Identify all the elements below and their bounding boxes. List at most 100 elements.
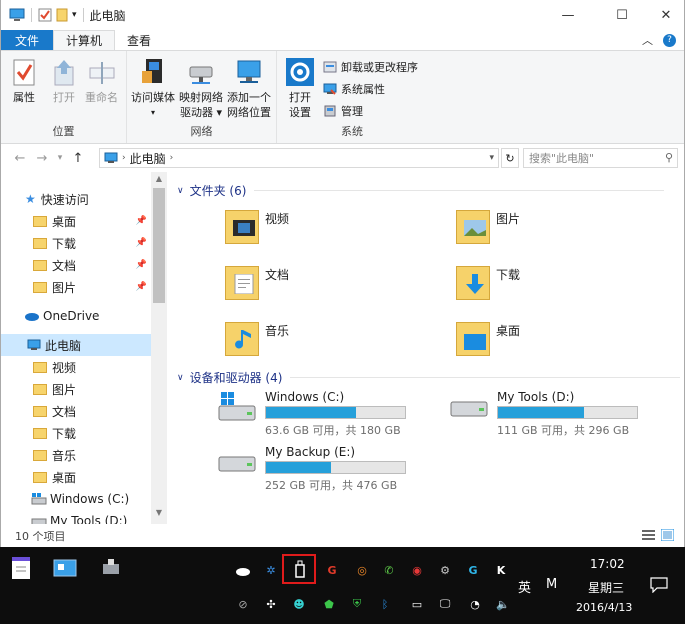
- drive-c[interactable]: Windows (C:) 63.6 GB 可用，共 180 GB: [217, 390, 406, 438]
- refresh-button[interactable]: ↻: [501, 148, 519, 168]
- help-icon[interactable]: ?: [663, 33, 676, 47]
- nav-pc-documents[interactable]: 文档: [1, 400, 151, 422]
- system-properties-button[interactable]: 系统属性: [323, 81, 385, 97]
- nav-pc-music[interactable]: 音乐: [1, 444, 151, 466]
- collapse-chevron-icon[interactable]: ∨: [177, 186, 184, 196]
- folder-desktop[interactable]: 桌面: [456, 320, 520, 356]
- collapse-ribbon-icon[interactable]: ︿: [642, 32, 653, 48]
- settings-tray-icon[interactable]: ✣: [262, 595, 280, 613]
- pin-icon[interactable]: 📌: [136, 282, 147, 292]
- alien-tray-icon[interactable]: ☻: [290, 595, 308, 613]
- notepad-app-icon[interactable]: [8, 555, 34, 581]
- rename-button[interactable]: 重命名: [85, 57, 118, 105]
- scroll-thumb[interactable]: [153, 188, 165, 303]
- nav-quick-desktop[interactable]: 桌面 📌: [1, 210, 151, 232]
- drive-d[interactable]: My Tools (D:) 111 GB 可用，共 296 GB: [449, 390, 638, 438]
- properties-check-icon[interactable]: [38, 8, 52, 22]
- scroll-down-icon[interactable]: ▼: [151, 508, 167, 522]
- tab-view[interactable]: 查看: [115, 30, 163, 50]
- tab-file[interactable]: 文件: [1, 30, 53, 50]
- nav-drive-c[interactable]: Windows (C:): [1, 488, 151, 510]
- address-dropdown-icon[interactable]: ▾: [489, 153, 494, 163]
- pin-icon[interactable]: 📌: [136, 260, 147, 270]
- nav-this-pc[interactable]: 此电脑: [1, 334, 151, 356]
- clock-time[interactable]: 17:02: [590, 557, 625, 571]
- nav-quick-access[interactable]: ★ 快速访问: [1, 188, 151, 210]
- ime-mode[interactable]: M: [546, 577, 557, 592]
- tab-computer[interactable]: 计算机: [53, 30, 116, 50]
- nav-pc-pictures[interactable]: 图片: [1, 378, 151, 400]
- pin-icon[interactable]: 📌: [136, 238, 147, 248]
- search-icon[interactable]: ⚲: [665, 151, 673, 164]
- close-button[interactable]: ✕: [643, 0, 685, 30]
- nav-pc-downloads[interactable]: 下载: [1, 422, 151, 444]
- large-icons-view-icon[interactable]: [661, 529, 674, 541]
- folder-downloads[interactable]: 下载: [456, 264, 520, 300]
- network-off-tray-icon[interactable]: ⊘: [234, 595, 252, 613]
- clock-weekday[interactable]: 星期三: [588, 579, 624, 596]
- network-app-icon[interactable]: [98, 555, 124, 581]
- manage-button[interactable]: 管理: [323, 103, 363, 119]
- minimize-button[interactable]: —: [545, 0, 591, 30]
- breadcrumb-chevron-icon[interactable]: ›: [122, 153, 126, 163]
- nav-quick-documents[interactable]: 文档 📌: [1, 254, 151, 276]
- shield-tray-icon[interactable]: ⬟: [320, 595, 338, 613]
- drives-section-header[interactable]: ∨ 设备和驱动器 (4): [177, 369, 681, 386]
- open-button[interactable]: 打开: [49, 57, 79, 105]
- back-arrow-icon[interactable]: ←: [9, 151, 31, 166]
- address-bar[interactable]: › 此电脑 › ▾: [99, 148, 499, 168]
- monitor-tray-icon[interactable]: 🖵: [436, 595, 454, 613]
- bluetooth-tray-icon[interactable]: ᛒ: [376, 595, 394, 613]
- folder-documents[interactable]: 文档: [225, 264, 289, 300]
- netease-music-tray-icon[interactable]: ◉: [408, 561, 426, 579]
- nav-quick-downloads[interactable]: 下载 📌: [1, 232, 151, 254]
- open-settings-button[interactable]: 打开 设置: [285, 57, 315, 120]
- volume-tray-icon[interactable]: 🔈: [494, 595, 512, 613]
- highlighted-usb-tray-icon[interactable]: [282, 554, 316, 584]
- defender-tray-icon[interactable]: ⛨: [348, 595, 366, 613]
- antivirus-tray-icon[interactable]: G: [323, 561, 341, 579]
- drive-e[interactable]: My Backup (E:) 252 GB 可用，共 476 GB: [217, 445, 406, 493]
- nav-drive-d[interactable]: My Tools (D:): [1, 510, 151, 524]
- pin-icon[interactable]: 📌: [136, 216, 147, 226]
- folder-videos[interactable]: 视频: [225, 208, 289, 244]
- scroll-up-icon[interactable]: ▲: [151, 174, 167, 188]
- search-box[interactable]: 搜索"此电脑" ⚲: [523, 148, 678, 168]
- nav-pc-videos[interactable]: 视频: [1, 356, 151, 378]
- uninstall-program-button[interactable]: 卸载或更改程序: [323, 59, 418, 75]
- recent-dropdown-icon[interactable]: ▾: [53, 153, 67, 163]
- wifi-tray-icon[interactable]: ◔: [466, 595, 484, 613]
- properties-button[interactable]: 属性: [9, 57, 39, 105]
- nav-scrollbar[interactable]: ▲ ▼: [151, 172, 167, 524]
- breadcrumb-this-pc[interactable]: 此电脑: [130, 150, 166, 167]
- new-folder-icon[interactable]: [56, 8, 68, 22]
- logitech-tray-icon[interactable]: G: [464, 561, 482, 579]
- control-panel-app-icon[interactable]: [52, 555, 78, 581]
- wechat-tray-icon[interactable]: ✆: [380, 561, 398, 579]
- qa-dropdown-icon[interactable]: ▾: [72, 10, 77, 20]
- folders-section-header[interactable]: ∨ 文件夹 (6): [177, 182, 665, 199]
- weibo-tray-icon[interactable]: ◎: [353, 561, 371, 579]
- maximize-button[interactable]: ☐: [599, 0, 645, 30]
- nav-pc-desktop[interactable]: 桌面: [1, 466, 151, 488]
- access-media-button[interactable]: 访问媒体 ▾: [131, 57, 175, 120]
- cloud-tray-icon[interactable]: [234, 561, 252, 579]
- action-center-icon[interactable]: [650, 577, 668, 593]
- display-tray-icon[interactable]: ▭: [408, 595, 426, 613]
- clock-date[interactable]: 2016/4/13: [576, 601, 632, 614]
- folder-music[interactable]: 音乐: [225, 320, 289, 356]
- nav-quick-pictures[interactable]: 图片 📌: [1, 276, 151, 298]
- collapse-chevron-icon[interactable]: ∨: [177, 373, 184, 383]
- forward-arrow-icon[interactable]: →: [31, 151, 53, 166]
- bluetooth-app-tray-icon[interactable]: ✲: [262, 561, 280, 579]
- folder-pictures[interactable]: 图片: [456, 208, 520, 244]
- details-view-icon[interactable]: [642, 529, 655, 541]
- nav-onedrive[interactable]: OneDrive: [1, 305, 151, 327]
- kingsoft-tray-icon[interactable]: K: [492, 561, 510, 579]
- map-network-drive-button[interactable]: 映射网络 驱动器 ▾: [179, 57, 223, 120]
- up-arrow-icon[interactable]: ↑: [67, 151, 89, 166]
- ime-language[interactable]: 英: [518, 577, 531, 596]
- add-network-location-button[interactable]: 添加一个 网络位置: [227, 57, 271, 120]
- steam-tray-icon[interactable]: ⚙: [436, 561, 454, 579]
- breadcrumb-chevron-icon[interactable]: ›: [170, 153, 174, 163]
